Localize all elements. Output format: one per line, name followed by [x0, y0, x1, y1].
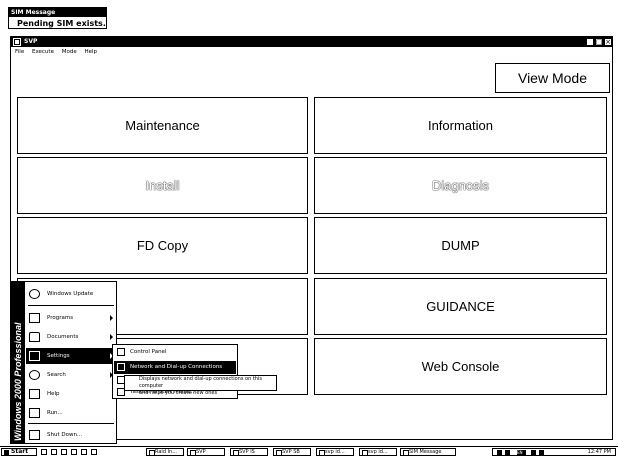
- start-item-programs[interactable]: Programs: [26, 310, 116, 326]
- taskbar: Start Raid In... SVP SVP IS SVP SB svp i…: [0, 446, 618, 456]
- maintenance-button[interactable]: Maintenance: [17, 97, 308, 154]
- quick-launch-icon[interactable]: [91, 449, 97, 455]
- start-menu-divider: [28, 305, 114, 306]
- explorer-icon[interactable]: [71, 449, 77, 455]
- tooltip-line-1: Displays network and dial-up connections…: [139, 376, 262, 389]
- taskbar-button-svp-id[interactable]: svp id...: [316, 448, 354, 456]
- diagnosis-button[interactable]: Diagnosis: [314, 157, 607, 214]
- start-item-settings[interactable]: Settings: [26, 348, 116, 364]
- start-item-search[interactable]: Search: [26, 367, 116, 383]
- start-menu-divider: [28, 423, 114, 424]
- menubar: File Execute Mode Help: [11, 48, 612, 57]
- network-icon: [117, 363, 125, 371]
- install-button[interactable]: Install: [17, 157, 308, 214]
- start-item-help[interactable]: Help: [26, 386, 116, 402]
- tray-icon[interactable]: [531, 450, 536, 455]
- maximize-button[interactable]: □: [595, 38, 603, 46]
- taskbar-button-svp-id-2[interactable]: svp id...: [359, 448, 397, 456]
- show-desktop-icon[interactable]: [41, 449, 47, 455]
- sim-message-title: SIM Message: [9, 8, 106, 17]
- start-button[interactable]: Start: [1, 448, 37, 456]
- view-mode-button[interactable]: View Mode: [495, 63, 610, 93]
- tooltip-line-2: and helps you create new ones: [139, 390, 218, 396]
- folder-icon: [29, 332, 40, 342]
- volume-tray-icon[interactable]: [505, 450, 510, 455]
- clock: 12:47 PM: [587, 449, 611, 455]
- programs-icon: [29, 313, 40, 323]
- network-tray-icon[interactable]: [497, 450, 502, 455]
- start-item-label: Documents: [47, 334, 79, 340]
- quick-launch-icon[interactable]: [81, 449, 87, 455]
- start-item-label: Help: [47, 391, 60, 397]
- run-icon: [29, 408, 40, 418]
- taskbar-button-sim-message[interactable]: SIM Message: [400, 448, 456, 456]
- close-button[interactable]: ×: [604, 38, 612, 46]
- menu-file[interactable]: File: [15, 48, 24, 57]
- start-item-label: Search: [47, 372, 66, 378]
- globe-icon: [29, 289, 40, 299]
- chevron-right-icon: [110, 334, 113, 340]
- start-item-label: Shut Down...: [47, 432, 83, 438]
- sim-message-text: Pending SIM exists.: [17, 19, 106, 28]
- band-text-wrap: Windows 2000 Professional: [13, 289, 23, 441]
- tray-icon[interactable]: [539, 450, 544, 455]
- submenu-label: Network and Dial-up Connections: [130, 364, 223, 370]
- dump-button[interactable]: DUMP: [314, 217, 607, 274]
- internet-explorer-icon[interactable]: [51, 449, 57, 455]
- fd-copy-button[interactable]: FD Copy: [17, 217, 308, 274]
- network-tooltip: Displays network and dial-up connections…: [124, 375, 277, 396]
- settings-icon: [29, 351, 40, 361]
- control-panel-icon: [117, 348, 125, 356]
- taskbar-button-raid[interactable]: Raid In...: [146, 448, 184, 456]
- start-item-windows-update[interactable]: Windows Update: [26, 286, 116, 302]
- submenu-control-panel[interactable]: Control Panel: [114, 346, 236, 359]
- start-item-label: Programs: [47, 315, 74, 321]
- language-tray-icon[interactable]: EN: [517, 450, 526, 455]
- start-item-label: Run...: [47, 410, 63, 416]
- guidance-button[interactable]: GUIDANCE: [314, 278, 607, 335]
- sim-message-popup[interactable]: SIM Message Pending SIM exists.: [8, 7, 107, 29]
- system-tray: EN 12:47 PM: [492, 448, 616, 456]
- minimize-button[interactable]: _: [586, 38, 594, 46]
- chevron-right-icon: [110, 315, 113, 321]
- shutdown-icon: [29, 430, 40, 440]
- submenu-label: Control Panel: [130, 349, 167, 355]
- outlook-icon[interactable]: [61, 449, 67, 455]
- start-item-documents[interactable]: Documents: [26, 329, 116, 345]
- taskbar-button-svp-sb[interactable]: SVP SB: [273, 448, 311, 456]
- help-icon: [29, 389, 40, 399]
- menu-execute[interactable]: Execute: [32, 48, 54, 57]
- menu-mode[interactable]: Mode: [62, 48, 77, 57]
- app-icon: [13, 38, 21, 46]
- window-titlebar[interactable]: SVP _ □ ×: [11, 37, 612, 47]
- web-console-button[interactable]: Web Console: [314, 338, 607, 395]
- window-title: SVP: [24, 38, 38, 45]
- start-menu: Windows 2000 Professional Windows Update…: [10, 281, 117, 444]
- taskbar-button-svp[interactable]: SVP: [187, 448, 225, 456]
- menu-help[interactable]: Help: [84, 48, 97, 57]
- windows-2000-brand: Windows 2000 Professional: [13, 322, 23, 441]
- submenu-network-connections[interactable]: Network and Dial-up Connections: [114, 361, 236, 374]
- start-item-shut-down[interactable]: Shut Down...: [26, 427, 116, 443]
- taskbar-button-svp-is[interactable]: SVP IS: [230, 448, 268, 456]
- information-button[interactable]: Information: [314, 97, 607, 154]
- start-item-run[interactable]: Run...: [26, 405, 116, 421]
- start-menu-band: Windows 2000 Professional: [11, 282, 25, 443]
- search-icon: [29, 370, 40, 380]
- start-item-label: Windows Update: [47, 291, 94, 297]
- start-item-label: Settings: [47, 353, 70, 359]
